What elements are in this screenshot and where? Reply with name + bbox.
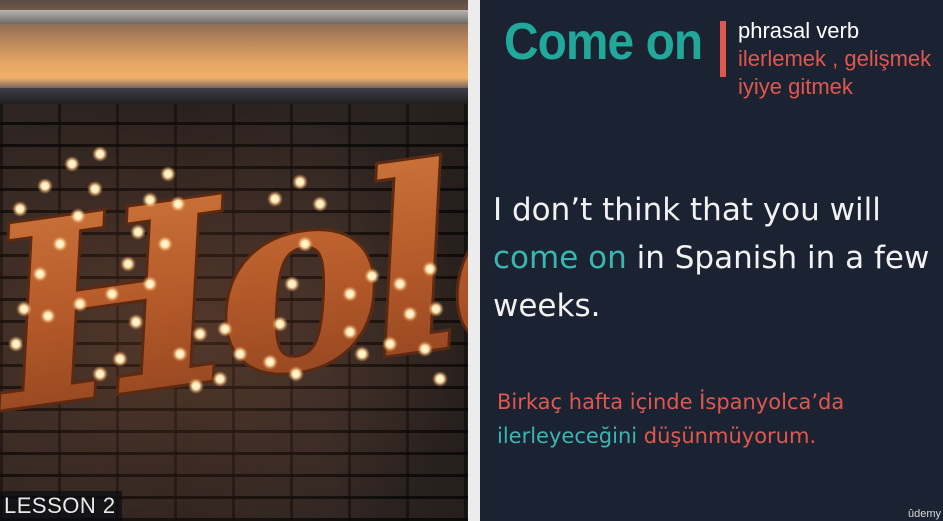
sign-bulb [392, 276, 408, 292]
title-separator [720, 21, 726, 77]
sign-bulb [232, 346, 248, 362]
sign-bulb [272, 316, 288, 332]
sign-bulb [284, 276, 300, 292]
sign-bulb [312, 196, 328, 212]
sign-bulb [342, 324, 358, 340]
sign-bulb [428, 301, 444, 317]
sign-bulb [297, 236, 313, 252]
sign-bulb [120, 256, 136, 272]
sign-bulb [402, 306, 418, 322]
sign-bulb [170, 196, 186, 212]
sign-bulb [16, 301, 32, 317]
sign-bulb [87, 181, 103, 197]
sign-bulb [422, 261, 438, 277]
udemy-watermark: ûdemy [907, 508, 941, 520]
sign-bulb [12, 201, 28, 217]
sign-bulb [364, 268, 380, 284]
ceiling-strip [0, 10, 468, 24]
meaning-line-2: iyiye gitmek [738, 74, 853, 99]
sign-bulb [188, 378, 204, 394]
translation-part-1: Birkaç hafta içinde İspanyolca’da [497, 390, 845, 414]
lesson-photo: Hola LESSON 2 [0, 0, 468, 521]
translation-sentence: Birkaç hafta içinde İspanyolca’da ilerle… [497, 385, 937, 453]
sign-bulb [92, 366, 108, 382]
sign-bulb [160, 166, 176, 182]
sign-bulb [128, 314, 144, 330]
example-part-1: I don’t think that you will [493, 192, 881, 228]
sign-bulb [192, 326, 208, 342]
sign-bulb [92, 146, 108, 162]
example-sentence: I don’t think that you will come on in S… [493, 186, 938, 330]
sign-bulb [382, 336, 398, 352]
sign-bulb [288, 366, 304, 382]
sign-bulb [142, 192, 158, 208]
sign-bulb [8, 336, 24, 352]
sign-bulb [417, 341, 433, 357]
phrase-title: Come on [504, 13, 703, 71]
sign-bulb [130, 224, 146, 240]
sign-bulb [37, 178, 53, 194]
sign-bulb [342, 286, 358, 302]
sign-bulb [157, 236, 173, 252]
example-highlight: come on [493, 240, 627, 276]
sign-bulb [262, 354, 278, 370]
sign-bulb [64, 156, 80, 172]
vocabulary-slide: Come on phrasal verb ilerlemek , gelişme… [480, 0, 943, 521]
sign-bulb [292, 174, 308, 190]
sign-bulb [267, 191, 283, 207]
ceiling-shadow [0, 88, 468, 104]
panel-divider [468, 0, 480, 521]
sign-bulb [142, 276, 158, 292]
sign-bulb [112, 351, 128, 367]
word-type: phrasal verb [738, 18, 860, 43]
sign-bulb [32, 266, 48, 282]
marquee-sign: Hola [0, 104, 468, 471]
sign-bulb [72, 296, 88, 312]
sign-bulb [70, 208, 86, 224]
sign-bulb [104, 286, 120, 302]
translation-highlight: ilerleyeceğini [497, 424, 638, 448]
sign-bulb [432, 371, 448, 387]
lesson-label: LESSON 2 [0, 491, 122, 521]
sign-bulb [354, 346, 370, 362]
sign-bulb [212, 371, 228, 387]
translation-part-2: düşünmüyorum. [643, 424, 817, 448]
sign-bulb [172, 346, 188, 362]
sign-bulb [217, 321, 233, 337]
phrase-meta: phrasal verb ilerlemek , gelişmek iyiye … [738, 17, 931, 101]
meaning-line-1: ilerlemek , gelişmek [738, 46, 932, 71]
sign-bulb [40, 308, 56, 324]
sign-bulb [52, 236, 68, 252]
